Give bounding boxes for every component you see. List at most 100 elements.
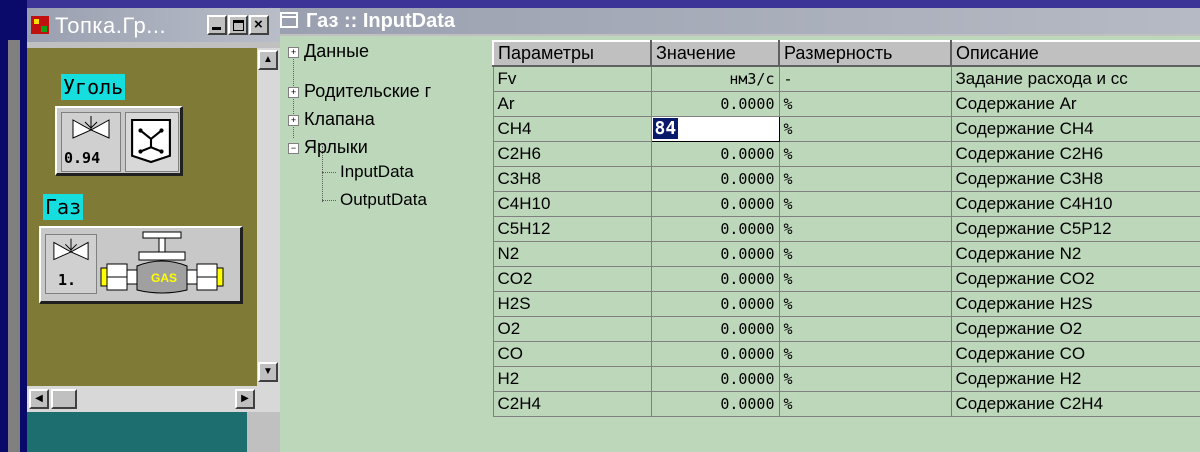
cell-unit[interactable]: % xyxy=(778,215,952,242)
column-header-unit[interactable]: Размерность xyxy=(778,40,952,67)
cell-parameter[interactable]: C2H4 xyxy=(492,390,652,417)
cell-unit[interactable]: % xyxy=(778,90,952,117)
scroll-down-button[interactable]: ▼ xyxy=(258,362,278,382)
selected-text[interactable]: 84 xyxy=(652,118,679,139)
cell-parameter[interactable]: H2S xyxy=(492,290,652,317)
cell-value[interactable]: 0.0000 xyxy=(650,140,780,167)
cell-description[interactable]: Содержание CO2 xyxy=(950,265,1200,292)
cell-value[interactable]: 0.0000 xyxy=(650,315,780,342)
scroll-right-button[interactable]: ▶ xyxy=(235,389,255,409)
close-button[interactable]: × xyxy=(249,15,269,35)
table-row[interactable]: Fv нм3/с - Задание расхода и сс xyxy=(492,65,1200,92)
table-row[interactable]: CO2 0.0000% Содержание CO2 xyxy=(492,265,1200,292)
scroll-up-button[interactable]: ▲ xyxy=(258,50,278,70)
cell-parameter[interactable]: CO xyxy=(492,340,652,367)
cell-parameter[interactable]: C5H12 xyxy=(492,215,652,242)
coal-valve-box[interactable]: 0.94 xyxy=(61,112,121,172)
column-header-description[interactable]: Описание xyxy=(950,40,1200,67)
cell-parameter[interactable]: O2 xyxy=(492,315,652,342)
scroll-left-button[interactable]: ◀ xyxy=(29,389,49,409)
table-row[interactable]: CO 0.0000% Содержание CO xyxy=(492,340,1200,367)
data-tree[interactable]: + Данные + Родительские г + Клапана − Яр… xyxy=(280,36,492,452)
tree-item-data[interactable]: Данные xyxy=(304,41,369,62)
scroll-thumb[interactable] xyxy=(51,389,77,409)
coal-feeder-block[interactable]: 0.94 xyxy=(55,106,183,176)
cell-description[interactable]: Содержание CO xyxy=(950,340,1200,367)
gas-feeder-block[interactable]: 1. GAS xyxy=(39,226,243,304)
cell-value[interactable]: 0.0000 xyxy=(650,90,780,117)
table-row[interactable]: Ar 0.0000% Содержание Ar xyxy=(492,90,1200,117)
cell-description[interactable]: Содержание C5P12 xyxy=(950,215,1200,242)
cell-value[interactable]: 0.0000 xyxy=(650,215,780,242)
cell-description[interactable]: Содержание O2 xyxy=(950,315,1200,342)
cell-value[interactable]: 0.0000 xyxy=(650,265,780,292)
cell-description[interactable]: Содержание C2H6 xyxy=(950,140,1200,167)
cell-parameter[interactable]: CH4 xyxy=(492,115,652,142)
cell-description[interactable]: Содержание C2H4 xyxy=(950,390,1200,417)
cell-unit[interactable]: % xyxy=(778,140,952,167)
table-row[interactable]: CH4 84% Содержание CH4 xyxy=(492,115,1200,142)
gas-inputdata-window[interactable]: Газ :: InputData + Данные + Родительские… xyxy=(280,8,1200,452)
cell-description[interactable]: Содержание H2 xyxy=(950,365,1200,392)
tree-expand-icon[interactable]: + xyxy=(288,115,299,126)
cell-value[interactable]: 0.0000 xyxy=(650,165,780,192)
cell-description[interactable]: Задание расхода и сс xyxy=(950,65,1200,92)
gas-pipe-valve-icon[interactable]: GAS xyxy=(99,230,239,300)
cell-unit[interactable]: % xyxy=(778,115,952,142)
cell-value[interactable]: 0.0000 xyxy=(650,340,780,367)
gas-valve-box[interactable]: 1. xyxy=(45,234,97,294)
tree-item-parents[interactable]: Родительские г xyxy=(304,81,431,102)
cell-value[interactable]: 0.0000 xyxy=(650,365,780,392)
cell-parameter[interactable]: Fv xyxy=(492,65,652,92)
cell-parameter[interactable]: C2H6 xyxy=(492,140,652,167)
cell-unit[interactable]: % xyxy=(778,165,952,192)
cell-value[interactable]: 0.0000 xyxy=(650,240,780,267)
cell-unit[interactable]: % xyxy=(778,315,952,342)
cell-value-editor[interactable]: 84 xyxy=(650,115,780,142)
tree-expand-icon[interactable]: + xyxy=(288,47,299,58)
cell-unit[interactable]: % xyxy=(778,340,952,367)
tree-item-inputdata[interactable]: InputData xyxy=(340,162,414,182)
minimize-button[interactable] xyxy=(207,15,227,35)
furnace-window[interactable]: Топка.Гр... × Уголь 0.94 Газ 1. GAS ▲ ▼ … xyxy=(27,8,280,452)
table-row[interactable]: C4H10 0.0000% Содержание C4H10 xyxy=(492,190,1200,217)
cell-value[interactable]: 0.0000 xyxy=(650,190,780,217)
table-row[interactable]: C2H4 0.0000% Содержание C2H4 xyxy=(492,390,1200,417)
cell-unit[interactable]: % xyxy=(778,390,952,417)
table-row[interactable]: O2 0.0000% Содержание O2 xyxy=(492,315,1200,342)
cell-parameter[interactable]: Ar xyxy=(492,90,652,117)
tree-item-valves[interactable]: Клапана xyxy=(304,109,375,130)
cell-parameter[interactable]: CO2 xyxy=(492,265,652,292)
cell-unit[interactable]: - xyxy=(778,65,952,92)
cell-description[interactable]: Содержание N2 xyxy=(950,240,1200,267)
cell-description[interactable]: Содержание CH4 xyxy=(950,115,1200,142)
tree-item-outputdata[interactable]: OutputData xyxy=(340,190,427,210)
cell-description[interactable]: Содержание C4H10 xyxy=(950,190,1200,217)
cell-value[interactable]: нм3/с xyxy=(650,65,780,92)
cell-description[interactable]: Содержание Ar xyxy=(950,90,1200,117)
table-row[interactable]: C2H6 0.0000% Содержание C2H6 xyxy=(492,140,1200,167)
cell-unit[interactable]: % xyxy=(778,240,952,267)
horizontal-scrollbar[interactable]: ◀ ▶ xyxy=(27,386,280,412)
cell-value[interactable]: 0.0000 xyxy=(650,390,780,417)
vertical-scrollbar[interactable]: ▲ ▼ xyxy=(257,48,280,386)
cell-description[interactable]: Содержание H2S xyxy=(950,290,1200,317)
cell-parameter[interactable]: H2 xyxy=(492,365,652,392)
cell-value[interactable]: 0.0000 xyxy=(650,290,780,317)
column-header-value[interactable]: Значение xyxy=(650,40,780,67)
cell-unit[interactable]: % xyxy=(778,365,952,392)
cell-unit[interactable]: % xyxy=(778,290,952,317)
table-row[interactable]: C3H8 0.0000% Содержание C3H8 xyxy=(492,165,1200,192)
cell-unit[interactable]: % xyxy=(778,265,952,292)
tree-collapse-icon[interactable]: − xyxy=(288,143,299,154)
cell-description[interactable]: Содержание C3H8 xyxy=(950,165,1200,192)
cell-unit[interactable]: % xyxy=(778,190,952,217)
table-row[interactable]: C5H12 0.0000% Содержание C5P12 xyxy=(492,215,1200,242)
table-row[interactable]: H2S 0.0000% Содержание H2S xyxy=(492,290,1200,317)
cell-parameter[interactable]: C4H10 xyxy=(492,190,652,217)
table-row[interactable]: N2 0.0000% Содержание N2 xyxy=(492,240,1200,267)
table-row[interactable]: H2 0.0000% Содержание H2 xyxy=(492,365,1200,392)
column-header-parameters[interactable]: Параметры xyxy=(492,40,652,67)
cell-parameter[interactable]: C3H8 xyxy=(492,165,652,192)
tree-expand-icon[interactable]: + xyxy=(288,87,299,98)
